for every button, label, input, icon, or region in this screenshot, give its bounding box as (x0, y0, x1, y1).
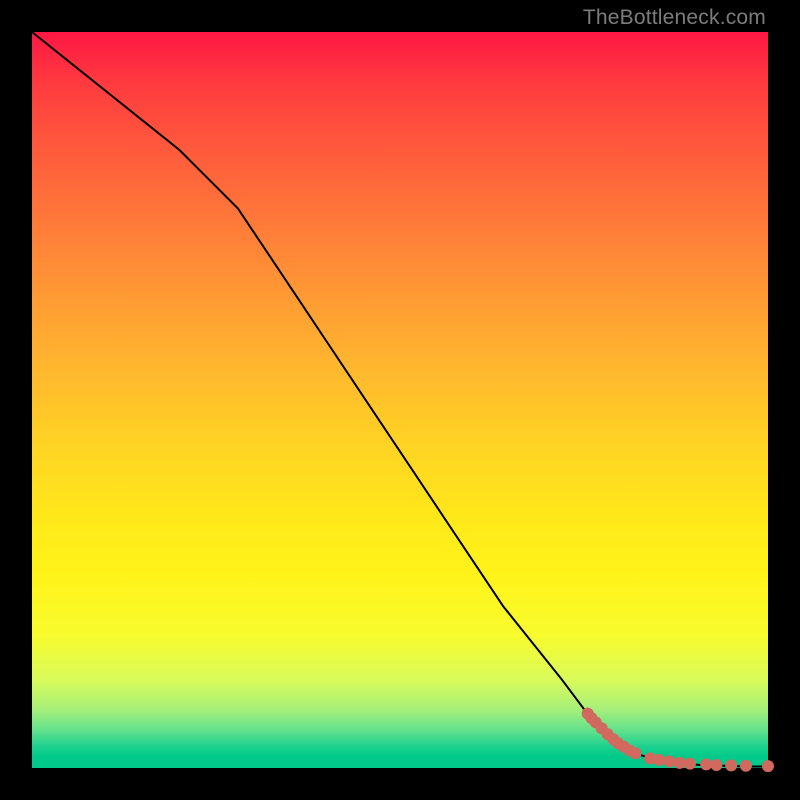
curve-dot (762, 760, 774, 772)
curve-dot (710, 759, 722, 771)
curve-dot (674, 757, 686, 769)
curve-dot (630, 747, 642, 759)
curve-dot (663, 755, 675, 767)
watermark-text: TheBottleneck.com (583, 6, 766, 30)
chart-stage: TheBottleneck.com (0, 0, 800, 800)
curve-dots-group (582, 708, 774, 773)
curve-dot (740, 760, 752, 772)
plot-area (32, 32, 768, 768)
bottleneck-curve (32, 32, 768, 767)
curve-dot (684, 758, 696, 770)
curve-dot (700, 758, 712, 770)
curve-dot (725, 759, 737, 771)
chart-svg (32, 32, 768, 768)
curve-dot (653, 754, 665, 766)
